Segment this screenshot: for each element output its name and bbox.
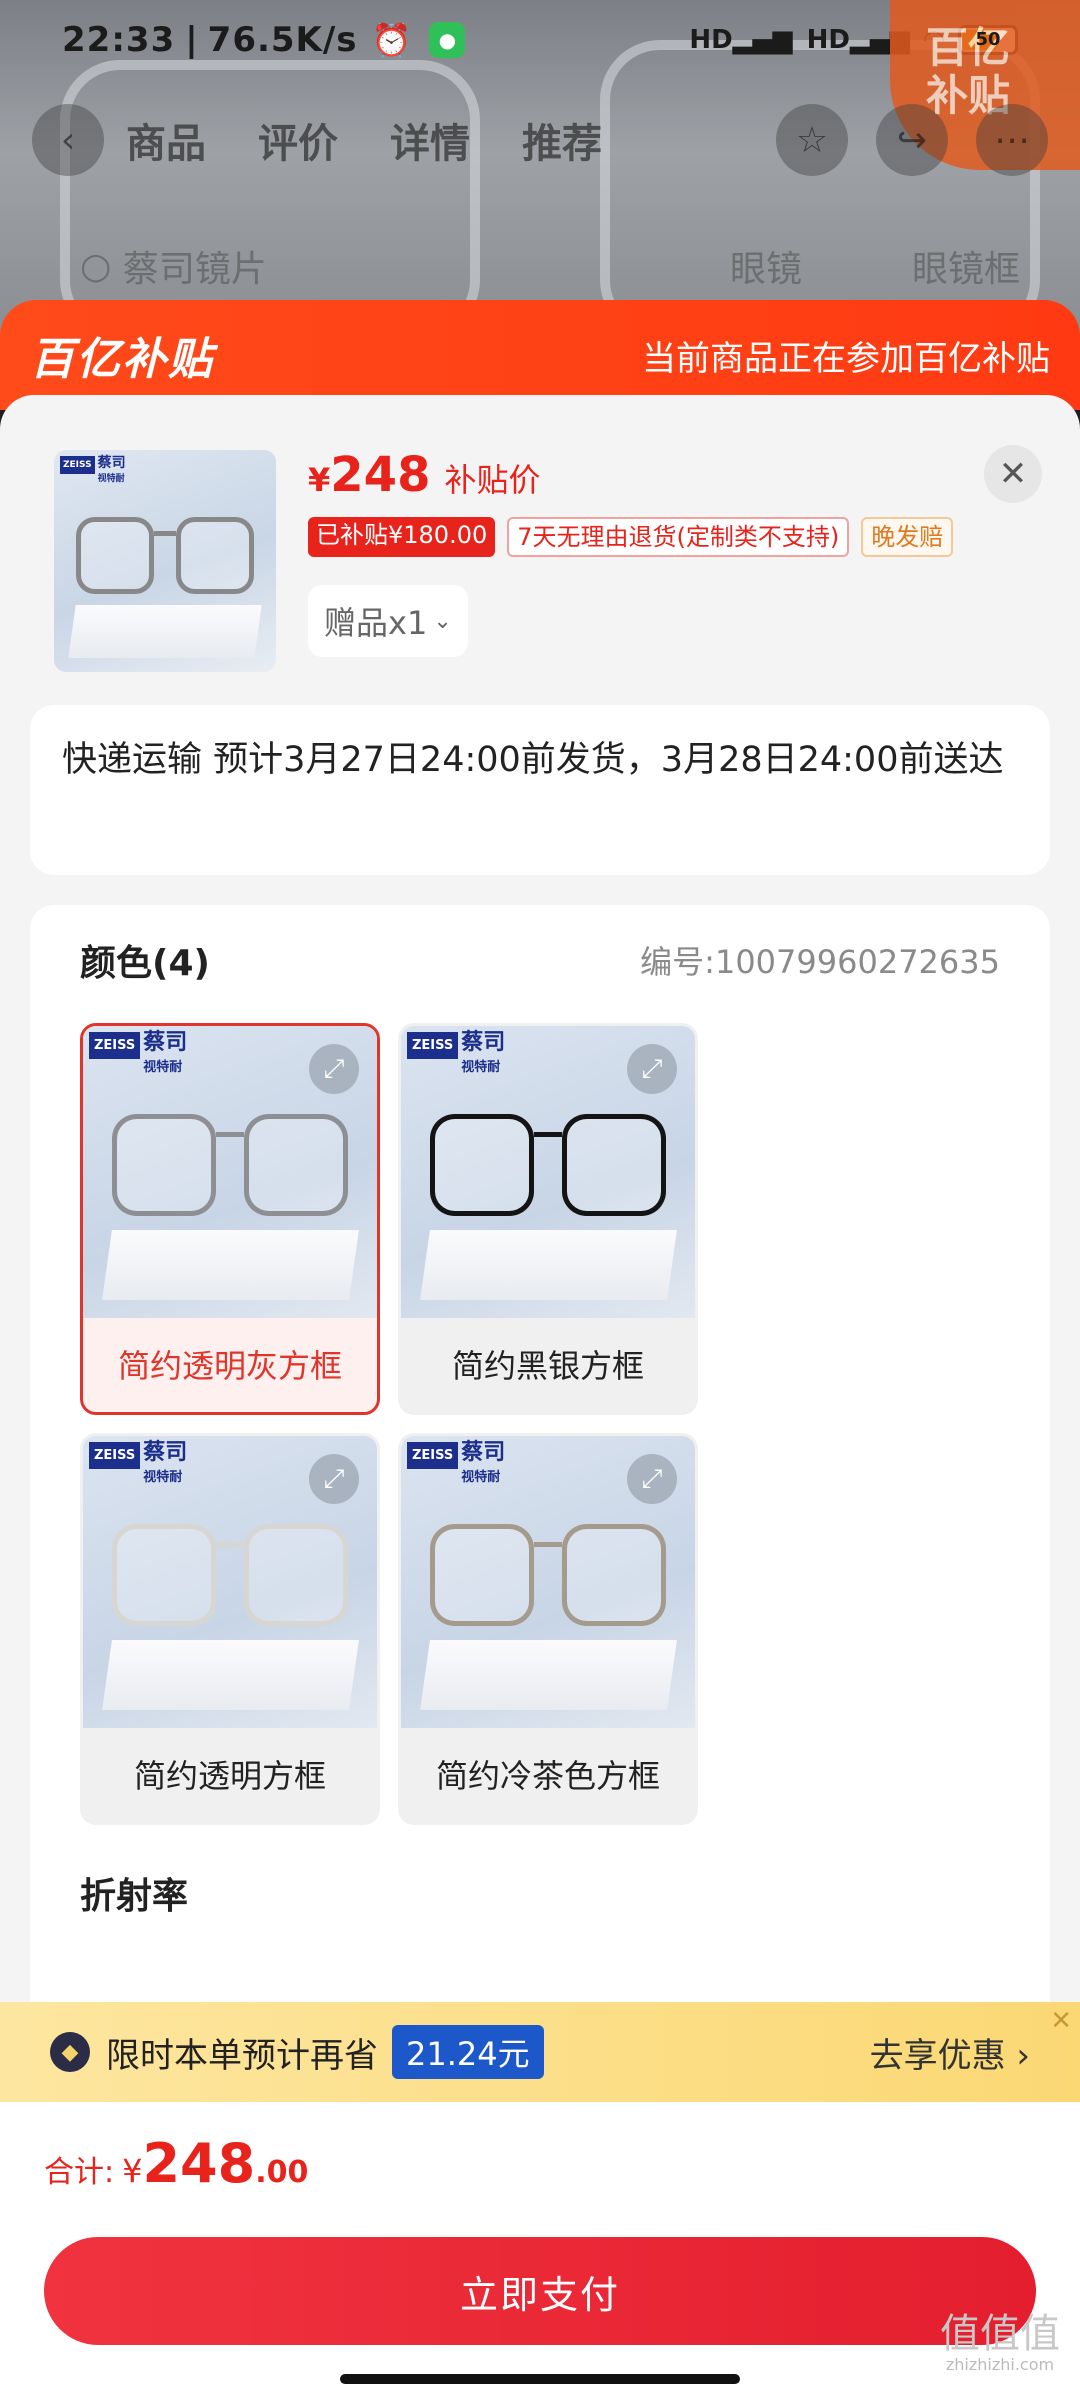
battery-icon: 50: [958, 25, 1018, 55]
shipping-info: 快递运输 预计3月27日24:00前发货，3月28日24:00前送达: [30, 705, 1050, 875]
promo-text: 限时本单预计再省: [106, 2035, 378, 2076]
status-time: 22:33: [62, 20, 176, 60]
zeiss-logo: ZEISS 蔡司 视特耐: [60, 456, 126, 486]
signal-icon-1: HD▂▄▆: [689, 25, 793, 55]
color-option[interactable]: ZEISS 蔡司 视特耐 ⤢ 简约冷茶色方框: [398, 1433, 698, 1825]
color-option-label: 简约透明灰方框: [117, 1347, 342, 1385]
promo-action-link[interactable]: 去享优惠 ›: [870, 2028, 1030, 2077]
color-option[interactable]: ZEISS 蔡司 视特耐 ⤢ 简约透明方框: [80, 1433, 380, 1825]
product-summary: ZEISS 蔡司 视特耐 ¥248 补贴价 ✕ 已补贴¥180.00 7天无理由退货…: [0, 395, 1080, 705]
promo-close-icon[interactable]: ✕: [1050, 2006, 1072, 2036]
color-option-image: ZEISS 蔡司 视特耐 ⤢: [401, 1436, 695, 1728]
color-option-label: 简约透明方框: [133, 1757, 326, 1795]
color-option[interactable]: ZEISS 蔡司 视特耐 ⤢ 简约透明灰方框: [80, 1023, 380, 1415]
subsidy-price: ¥248 补贴价: [308, 447, 541, 503]
subsidy-banner: 百亿补贴 当前商品正在参加百亿补贴: [0, 300, 1080, 410]
shipping-text: 快递运输 预计3月27日24:00前发货，3月28日24:00前送达: [62, 740, 1004, 780]
color-option-label: 简约冷茶色方框: [435, 1757, 660, 1795]
alarm-icon: ⏰: [371, 21, 412, 59]
tab-details[interactable]: 详情: [390, 111, 470, 169]
background-search-row: ○ 蔡司镜片 眼镜 眼镜框: [80, 240, 1020, 292]
watermark: 值值值 zhizhizhi.com: [940, 2311, 1060, 2374]
subsidy-message: 当前商品正在参加百亿补贴: [642, 338, 1050, 379]
tab-reviews[interactable]: 评价: [258, 111, 338, 169]
search-icon: ○: [80, 245, 123, 287]
zeiss-logo: ZEISS 蔡司 视特耐: [407, 1442, 505, 1489]
tab-recommend[interactable]: 推荐: [522, 111, 602, 169]
subsidy-logo: 百亿补贴: [30, 334, 214, 385]
zeiss-logo: ZEISS 蔡司 视特耐: [89, 1442, 187, 1489]
chevron-down-icon: ⌄: [433, 608, 452, 634]
promo-amount: 21.24元: [392, 2025, 544, 2079]
pay-now-button[interactable]: 立即支付: [44, 2237, 1036, 2345]
color-option-image: ZEISS 蔡司 视特耐 ⤢: [83, 1436, 377, 1728]
gift-dropdown[interactable]: 赠品x1 ⌄: [308, 585, 468, 657]
product-nav-bar: ‹ 商品 评价 详情 推荐 ☆ ↪ ⋯: [0, 100, 1080, 180]
promo-bar[interactable]: ◆ 限时本单预计再省 21.24元 去享优惠 › ✕: [0, 2002, 1080, 2102]
color-option[interactable]: ZEISS 蔡司 视特耐 ⤢ 简约黑银方框: [398, 1023, 698, 1415]
background-search-text: 蔡司镜片: [122, 249, 267, 290]
color-option-image: ZEISS 蔡司 视特耐 ⤢: [401, 1026, 695, 1318]
expand-icon[interactable]: ⤢: [309, 1044, 359, 1094]
wechat-icon: ●: [429, 22, 466, 58]
discount-badge-icon: ◆: [50, 2032, 90, 2072]
color-option-label: 简约黑银方框: [451, 1347, 644, 1385]
color-section-title: 颜色(4): [80, 943, 210, 984]
product-thumbnail[interactable]: ZEISS 蔡司 视特耐: [54, 450, 276, 672]
product-tags: 已补贴¥180.00 7天无理由退货(定制类不支持) 晚发赔: [308, 517, 954, 557]
zeiss-logo: ZEISS 蔡司 视特耐: [407, 1032, 505, 1079]
expand-icon[interactable]: ⤢: [309, 1454, 359, 1504]
expand-icon[interactable]: ⤢: [627, 1454, 677, 1504]
late-delivery-tag: 晚发赔: [861, 517, 954, 557]
close-icon[interactable]: ✕: [984, 445, 1042, 503]
expand-icon[interactable]: ⤢: [627, 1044, 677, 1094]
product-code: 编号:10079960272635: [640, 943, 1000, 981]
home-indicator[interactable]: [340, 2374, 740, 2384]
checkout-footer: 合计: ¥ 248 .00 立即支付: [0, 2102, 1080, 2400]
subsidy-tag: 已补贴¥180.00: [308, 517, 496, 557]
order-total: 合计: ¥ 248 .00: [44, 2132, 309, 2195]
return-policy-tag: 7天无理由退货(定制类不支持): [507, 517, 850, 557]
favorite-star-icon[interactable]: ☆: [776, 104, 848, 176]
zeiss-logo: ZEISS 蔡司 视特耐: [89, 1032, 187, 1079]
refraction-section-title: 折射率: [80, 1876, 189, 1917]
status-speed: 76.5K/s: [207, 20, 358, 60]
share-icon[interactable]: ↪: [876, 104, 948, 176]
tab-product[interactable]: 商品: [126, 111, 206, 169]
color-options-grid: ZEISS 蔡司 视特耐 ⤢ 简约透明灰方框 ZEISS 蔡司 视特耐 ⤢ 简约黑银方框 ZEISS…: [80, 1023, 1000, 1825]
back-button[interactable]: ‹: [32, 104, 104, 176]
more-icon[interactable]: ⋯: [976, 104, 1048, 176]
color-option-image: ZEISS 蔡司 视特耐 ⤢: [83, 1026, 377, 1318]
